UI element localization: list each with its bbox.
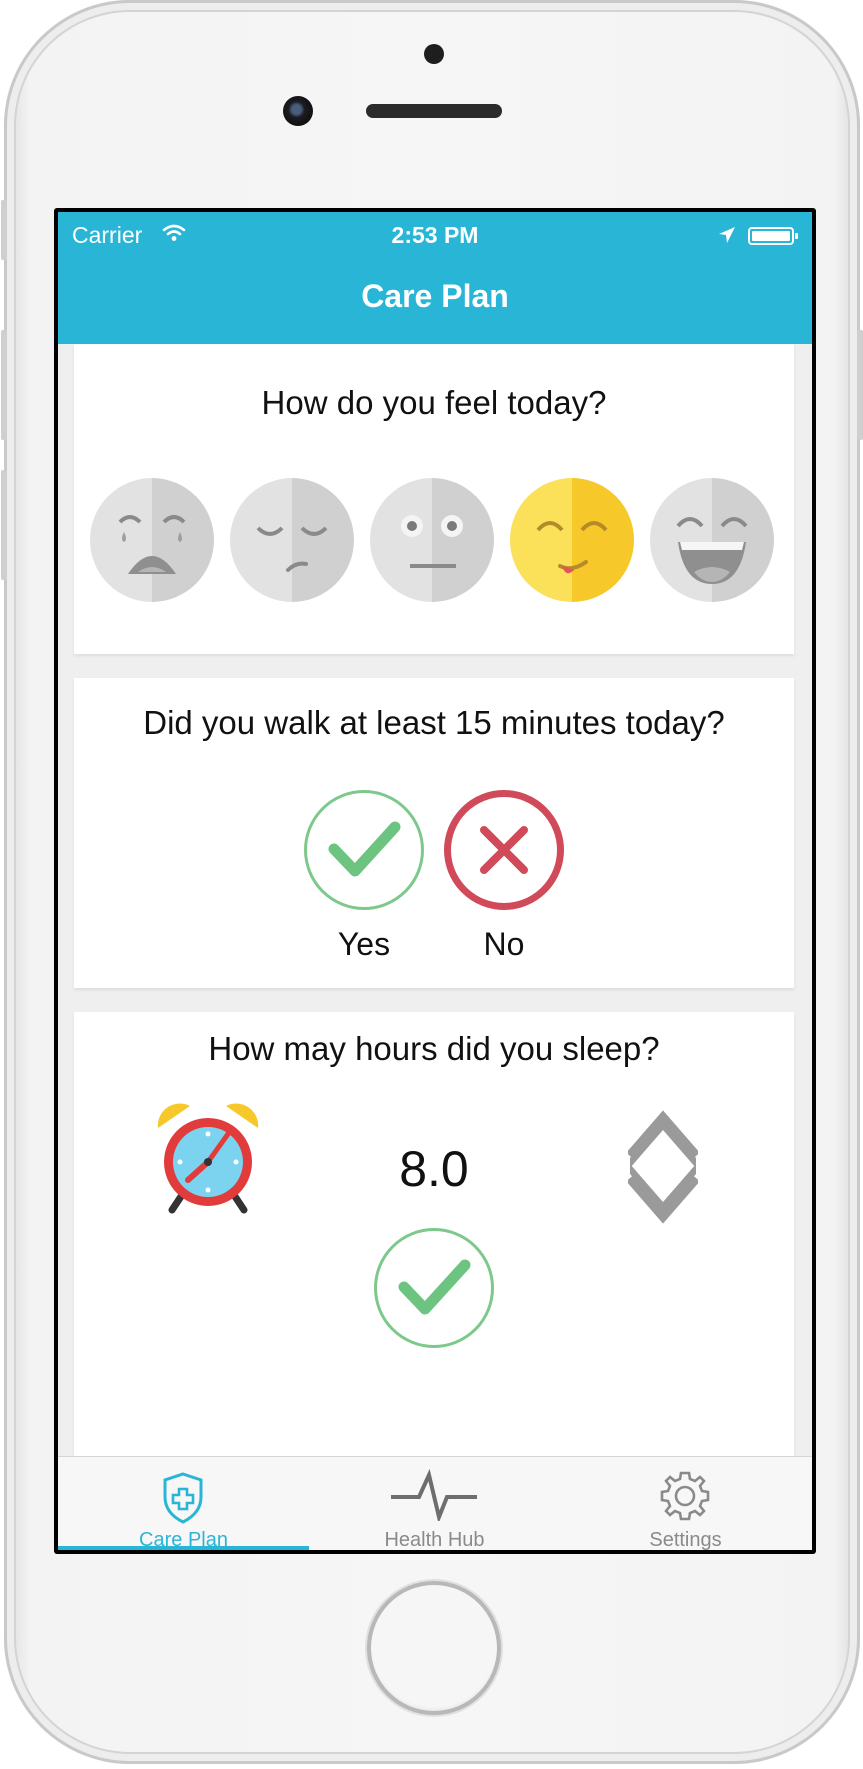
laughing-face-icon[interactable] [650, 478, 774, 602]
checkmark-icon [398, 1259, 471, 1315]
no-button[interactable] [444, 790, 564, 910]
smiling-face-icon[interactable] [510, 478, 634, 602]
stepper-arrows-icon[interactable] [628, 1106, 698, 1226]
navigation-header: Carrier 2:53 PM Care Plan [58, 212, 812, 344]
sleep-card: How may hours did you sleep? 8.0 [74, 1012, 794, 1472]
power-button [857, 330, 863, 440]
volume-up-button [1, 330, 7, 440]
home-button[interactable] [367, 1581, 501, 1715]
active-tab-indicator [58, 1546, 309, 1550]
battery-icon [748, 227, 798, 245]
shield-plus-icon [163, 1472, 203, 1524]
close-x-icon [480, 826, 528, 874]
status-time: 2:53 PM [391, 222, 479, 248]
screen: Carrier 2:53 PM Care Plan How do you fee… [54, 208, 816, 1554]
no-label: No [483, 926, 525, 962]
tab-label: Settings [649, 1529, 722, 1550]
tab-health-hub[interactable]: Health Hub [309, 1457, 560, 1550]
sad-face-icon[interactable] [230, 478, 354, 602]
page-title: Care Plan [361, 278, 509, 314]
gear-icon [660, 1471, 710, 1521]
phone-frame: Carrier 2:53 PM Care Plan How do you fee… [1, 0, 863, 1764]
tab-label: Health Hub [384, 1529, 485, 1550]
volume-down-button [1, 470, 7, 580]
mood-card: How do you feel today? [74, 344, 794, 654]
checkmark-icon [328, 821, 401, 877]
crying-face-icon[interactable] [90, 478, 214, 602]
tab-bar: Care Plan Health Hub Settings [58, 1456, 812, 1550]
mood-question: How do you feel today? [261, 384, 607, 421]
walk-card: Did you walk at least 15 minutes today? … [74, 678, 794, 988]
sleep-question: How may hours did you sleep? [208, 1030, 660, 1067]
heartbeat-icon [391, 1469, 477, 1521]
tab-settings[interactable]: Settings [560, 1457, 811, 1550]
tab-care-plan[interactable]: Care Plan [58, 1457, 309, 1550]
neutral-face-icon[interactable] [370, 478, 494, 602]
mute-switch [1, 200, 7, 260]
location-arrow-icon [719, 227, 735, 243]
yes-label: Yes [337, 926, 391, 962]
earpiece-speaker [366, 104, 502, 118]
sleep-submit-button[interactable] [374, 1228, 494, 1348]
app-display: Carrier 2:53 PM Care Plan How do you fee… [58, 212, 812, 1550]
yes-button[interactable] [304, 790, 424, 910]
front-camera [283, 96, 313, 126]
proximity-sensor [424, 44, 444, 64]
status-bar: Carrier 2:53 PM [58, 212, 812, 256]
walk-question: Did you walk at least 15 minutes today? [143, 704, 725, 741]
